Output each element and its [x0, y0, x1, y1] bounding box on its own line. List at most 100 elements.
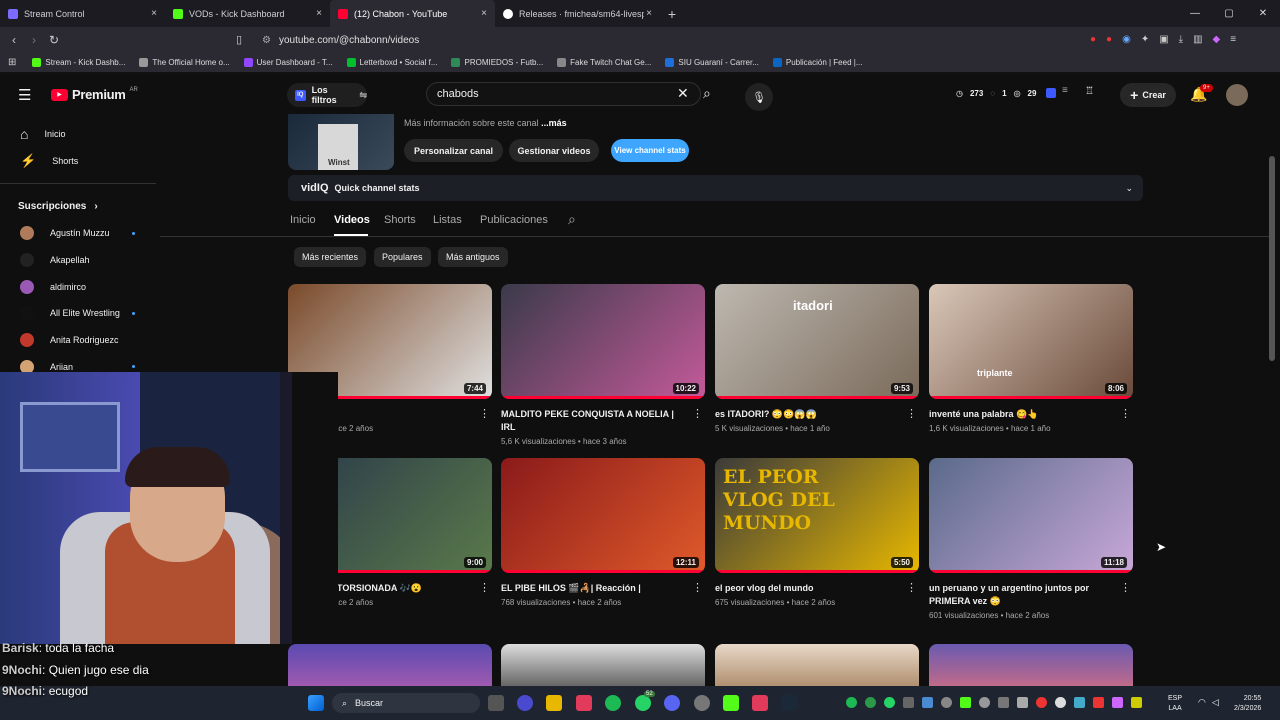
video-thumbnail[interactable] [715, 644, 919, 686]
close-icon[interactable]: × [481, 8, 487, 19]
vidiq-quick-stats-bar[interactable]: vidIQ Quick channel stats ⌄ [288, 175, 1143, 201]
browser-icon[interactable] [576, 695, 592, 711]
list-icon[interactable]: ≡ [1062, 85, 1068, 96]
close-icon[interactable]: × [151, 8, 157, 19]
browser-tab[interactable]: VODs - Kick Dashboard × [165, 0, 330, 27]
tray-icon[interactable] [903, 697, 914, 708]
video-thumbnail[interactable] [288, 644, 492, 686]
task-view-icon[interactable] [488, 695, 504, 711]
video-title[interactable]: EL PIBE HILOS 🎬🦂| Reacción | [501, 582, 681, 595]
create-button[interactable]: + Crear [1120, 83, 1176, 107]
channel-more-info[interactable]: Más información sobre este canal ...más [404, 118, 567, 128]
bookmark-item[interactable]: Letterboxd • Social f... [346, 58, 437, 67]
more-options-icon[interactable]: ⋮ [692, 581, 703, 594]
whatsapp-icon[interactable] [635, 695, 651, 711]
tray-icon[interactable] [1074, 697, 1085, 708]
chip-recent[interactable]: Más recientes [294, 247, 367, 267]
app-icon[interactable] [517, 695, 533, 711]
minimize-button[interactable]: — [1178, 0, 1212, 27]
status-icons[interactable]: ◠ ◁ [1198, 697, 1219, 708]
subscription-item[interactable]: aldimirco [0, 273, 160, 300]
video-card[interactable]: 10:22 MALDITO PEKE CONQUISTA A NOELIA | I… [501, 284, 705, 446]
video-card[interactable]: triplante 8:06 inventé una palabra 😋👆 1,6 K… [929, 284, 1133, 433]
tab-shorts[interactable]: Shorts [384, 214, 416, 226]
more-options-icon[interactable]: ⋮ [1120, 407, 1131, 420]
clock[interactable]: 20:55 2/3/2026 [1234, 694, 1261, 714]
tray-icon[interactable] [922, 697, 933, 708]
video-thumbnail[interactable]: 11:18 [929, 458, 1133, 573]
extension-icon[interactable]: ● [1106, 34, 1112, 45]
trophy-icon[interactable]: ♖ [1085, 86, 1094, 97]
tab-playlists[interactable]: Listas [433, 214, 462, 226]
sidebar-icon[interactable]: ▥ [1193, 34, 1202, 45]
customize-channel-button[interactable]: Personalizar canal [404, 139, 503, 162]
subscription-item[interactable]: All Elite Wrestling [0, 300, 160, 327]
file-explorer-icon[interactable] [546, 695, 562, 711]
page-scrollbar[interactable] [1269, 156, 1275, 361]
bookmark-item[interactable]: PROMIEDOS - Futb... [451, 58, 543, 67]
site-info-icon[interactable]: ⚙ [262, 35, 271, 46]
search-input[interactable]: chabods [426, 82, 701, 106]
tray-icon[interactable] [941, 697, 952, 708]
video-thumbnail[interactable]: EL PEOR VLOG DEL MUNDO 5:50 [715, 458, 919, 573]
subscriptions-header[interactable]: Suscripciones › [0, 193, 160, 220]
video-thumbnail[interactable] [501, 644, 705, 686]
tab-home[interactable]: Inicio [290, 214, 316, 226]
video-title[interactable]: inventé una palabra 😋👆 [929, 408, 1109, 421]
browser-icon[interactable] [752, 695, 768, 711]
bookmark-item[interactable]: Fake Twitch Chat Ge... [557, 58, 651, 67]
video-title[interactable]: es ITADORI? 😳😳😱😱 [715, 408, 895, 421]
tray-icon[interactable] [1112, 697, 1123, 708]
tray-icon[interactable] [846, 697, 857, 708]
chip-popular[interactable]: Populares [374, 247, 431, 267]
maximize-button[interactable]: ▢ [1212, 0, 1246, 27]
extension-icon[interactable]: ● [1090, 34, 1096, 45]
video-thumbnail[interactable] [929, 644, 1133, 686]
microphone-icon[interactable]: 🎙 [745, 83, 773, 111]
manage-videos-button[interactable]: Gestionar videos [509, 139, 599, 162]
video-card[interactable]: itadori 9:53 es ITADORI? 😳😳😱😱 5 K visualiza… [715, 284, 919, 433]
bookmark-item[interactable]: User Dashboard - T... [243, 58, 333, 67]
kick-icon[interactable] [723, 695, 739, 711]
language-indicator[interactable]: ESP LAA [1168, 694, 1182, 714]
view-channel-stats-button[interactable]: View channel stats [611, 139, 689, 162]
extension-icon[interactable]: ◆ [1213, 34, 1221, 45]
subscription-item[interactable]: Anita Rodriguezc [0, 327, 160, 354]
bookmark-item[interactable]: Stream - Kick Dashb... [32, 58, 125, 67]
search-icon[interactable]: ⌕ [703, 85, 711, 102]
taskbar-search[interactable]: ⌕ Buscar [332, 693, 480, 713]
more-options-icon[interactable]: ⋮ [479, 581, 490, 594]
steam-icon[interactable] [781, 695, 797, 711]
url-field[interactable]: ⚙ youtube.com/@chabonn/videos [256, 30, 1176, 50]
forward-icon[interactable]: › [24, 33, 44, 47]
search-channel-icon[interactable]: ⌕ [568, 211, 576, 228]
clear-search-icon[interactable]: ✕ [677, 85, 689, 102]
tab-posts[interactable]: Publicaciones [480, 214, 548, 226]
apps-icon[interactable]: ⊞ [8, 57, 16, 68]
extension-icon[interactable]: ◉ [1122, 34, 1131, 45]
browser-tab[interactable]: Stream Control × [0, 0, 165, 27]
tab-videos[interactable]: Videos [334, 214, 370, 226]
tray-icon[interactable] [1036, 697, 1047, 708]
windows-start-icon[interactable] [308, 695, 324, 711]
tray-icon[interactable] [865, 697, 876, 708]
tray-icon[interactable] [1093, 697, 1104, 708]
new-tab-button[interactable]: + [660, 6, 684, 22]
browser-tab-active[interactable]: (12) Chabon - YouTube × [330, 0, 495, 27]
back-icon[interactable]: ‹ [4, 33, 24, 47]
menu-icon[interactable]: ≡ [1230, 34, 1236, 45]
avatar[interactable] [1226, 84, 1248, 106]
video-thumbnail[interactable]: 12:11 [501, 458, 705, 573]
more-options-icon[interactable]: ⋮ [906, 407, 917, 420]
reload-icon[interactable]: ↻ [44, 33, 64, 47]
bookmark-item[interactable]: The Official Home o... [139, 58, 230, 67]
tray-icon[interactable] [1017, 697, 1028, 708]
video-thumbnail[interactable]: itadori 9:53 [715, 284, 919, 399]
video-card[interactable]: 11:18 un peruano y un argentino juntos po… [929, 458, 1133, 620]
tray-icon[interactable] [960, 697, 971, 708]
video-card[interactable]: 12:11 EL PIBE HILOS 🎬🦂| Reacción | 768 vis… [501, 458, 705, 607]
sidebar-item-home[interactable]: ⌂ Inicio [0, 120, 160, 147]
tray-icon[interactable] [884, 697, 895, 708]
download-icon[interactable]: ⤓ [1179, 34, 1183, 45]
close-icon[interactable]: × [316, 8, 322, 19]
